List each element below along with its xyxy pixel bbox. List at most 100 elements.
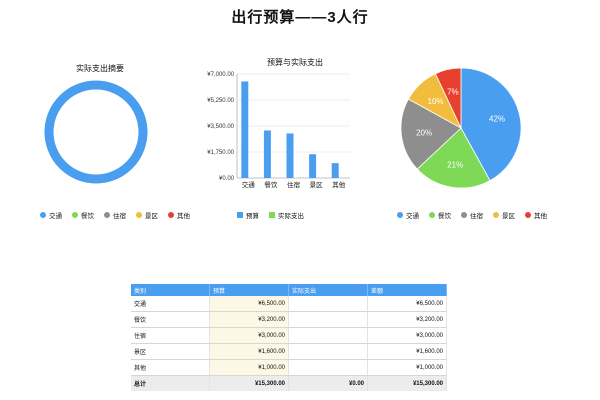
- ring-chart: [44, 80, 148, 184]
- cell-total-budget[interactable]: ¥15,300.00: [209, 375, 289, 391]
- cell-diff[interactable]: ¥3,200.00: [367, 311, 447, 328]
- cell-total-label[interactable]: 总计: [131, 375, 210, 391]
- cell-category[interactable]: 餐饮: [131, 311, 210, 328]
- header-category: 类别: [131, 284, 210, 296]
- ring-chart-ring: [44, 80, 148, 184]
- header-actual: 实际支出: [288, 284, 368, 296]
- legend-item: 实际支出: [269, 210, 304, 220]
- legend-item: 住宿: [104, 210, 126, 220]
- y-tick-label: ¥3,500.00: [207, 124, 234, 130]
- x-tick-label: 交通: [242, 180, 256, 189]
- y-tick-label: ¥0.00: [219, 176, 235, 182]
- ring-chart-legend: 交通 餐饮 住宿 景区 其他: [40, 210, 190, 220]
- table-row: 餐饮 ¥3,200.00 ¥3,200.00: [131, 311, 447, 328]
- y-tick-label: ¥1,750.00: [207, 150, 234, 156]
- cell-budget[interactable]: ¥1,000.00: [209, 359, 289, 376]
- cell-budget[interactable]: ¥6,500.00: [209, 296, 289, 312]
- legend-label: 其他: [534, 213, 547, 220]
- pie-slice-label: 21%: [447, 161, 463, 170]
- legend-swatch: [269, 212, 275, 218]
- legend-item: 交通: [40, 210, 62, 220]
- legend-item: 景区: [136, 210, 158, 220]
- legend-label: 预算: [246, 213, 259, 220]
- cell-budget[interactable]: ¥3,000.00: [209, 327, 289, 344]
- legend-label: 餐饮: [438, 213, 451, 220]
- legend-label: 其他: [177, 213, 190, 220]
- y-tick-label: ¥5,250.00: [207, 98, 234, 104]
- bar: [241, 81, 249, 178]
- legend-item: 餐饮: [429, 210, 451, 220]
- legend-label: 住宿: [113, 213, 126, 220]
- legend-swatch: [429, 212, 435, 218]
- legend-label: 交通: [49, 213, 62, 220]
- bar-chart: ¥0.00 ¥1,750.00 ¥3,500.00 ¥5,250.00 ¥7,000.0…: [207, 72, 350, 189]
- legend-label: 景区: [145, 213, 158, 220]
- cell-diff[interactable]: ¥3,000.00: [367, 327, 447, 344]
- legend-swatch: [72, 212, 78, 218]
- bar-chart-title: 预算与实际支出: [267, 58, 323, 67]
- table-row: 住宿 ¥3,000.00 ¥3,000.00: [131, 327, 447, 344]
- bar: [263, 130, 271, 178]
- legend-swatch: [237, 212, 243, 218]
- legend-label: 景区: [502, 213, 515, 220]
- cell-category[interactable]: 景区: [131, 343, 210, 360]
- legend-swatch: [493, 212, 499, 218]
- bar: [309, 154, 317, 178]
- cell-diff[interactable]: ¥1,600.00: [367, 343, 447, 360]
- budget-table: 类别 预算 实际支出 差额 交通 ¥6,500.00 ¥6,500.00 餐饮 …: [131, 284, 447, 391]
- x-tick-label: 住宿: [287, 180, 301, 189]
- legend-label: 实际支出: [278, 213, 304, 220]
- cell-total-actual[interactable]: ¥0.00: [288, 375, 368, 391]
- cell-category[interactable]: 住宿: [131, 327, 210, 344]
- table-row: 景区 ¥1,600.00 ¥1,600.00: [131, 343, 447, 360]
- x-tick-label: 其他: [332, 180, 346, 189]
- legend-item: 住宿: [461, 210, 483, 220]
- x-tick-label: 景区: [310, 181, 324, 189]
- table-header-row: 类别 预算 实际支出 差额: [131, 284, 447, 296]
- legend-item: 预算: [237, 210, 259, 220]
- bar: [286, 133, 294, 178]
- bar-chart-legend: 预算 实际支出: [237, 210, 304, 220]
- legend-item: 交通: [397, 210, 419, 220]
- cell-actual[interactable]: [288, 296, 368, 312]
- page-title: 出行预算——3人行: [231, 9, 369, 26]
- legend-label: 交通: [406, 213, 419, 220]
- bar: [331, 163, 339, 178]
- header-budget: 预算: [209, 284, 289, 296]
- y-tick-label: ¥7,000.00: [207, 72, 234, 78]
- cell-category[interactable]: 其他: [131, 359, 210, 376]
- legend-item: 其他: [525, 210, 547, 220]
- legend-label: 餐饮: [81, 213, 94, 220]
- table-row: 其他 ¥1,000.00 ¥1,000.00: [131, 359, 447, 376]
- cell-diff[interactable]: ¥6,500.00: [367, 296, 447, 312]
- ring-chart-title: 实际支出摘要: [76, 64, 124, 73]
- cell-actual[interactable]: [288, 359, 368, 376]
- pie-slice-label: 42%: [489, 115, 505, 124]
- header-diff: 差额: [367, 284, 447, 296]
- legend-swatch: [461, 212, 467, 218]
- cell-diff[interactable]: ¥1,000.00: [367, 359, 447, 376]
- legend-swatch: [40, 212, 46, 218]
- legend-swatch: [525, 212, 531, 218]
- table-row: 交通 ¥6,500.00 ¥6,500.00: [131, 296, 447, 312]
- legend-swatch: [104, 212, 110, 218]
- pie-slice-label: 7%: [447, 88, 459, 97]
- pie-slice-label: 10%: [428, 97, 444, 106]
- pie-chart-legend: 交通 餐饮 住宿 景区 其他: [397, 210, 547, 220]
- pie-slice-label: 20%: [416, 129, 432, 138]
- legend-item: 景区: [493, 210, 515, 220]
- legend-item: 餐饮: [72, 210, 94, 220]
- cell-budget[interactable]: ¥3,200.00: [209, 311, 289, 328]
- cell-actual[interactable]: [288, 327, 368, 344]
- legend-swatch: [136, 212, 142, 218]
- legend-swatch: [397, 212, 403, 218]
- cell-actual[interactable]: [288, 311, 368, 328]
- cell-actual[interactable]: [288, 343, 368, 360]
- table-total-row: 总计 ¥15,300.00 ¥0.00 ¥15,300.00: [131, 375, 447, 391]
- legend-item: 其他: [168, 210, 190, 220]
- cell-total-diff[interactable]: ¥15,300.00: [367, 375, 447, 391]
- cell-budget[interactable]: ¥1,600.00: [209, 343, 289, 360]
- cell-category[interactable]: 交通: [131, 296, 210, 312]
- pie-chart: 42% 21% 20% 10%7%: [400, 67, 522, 189]
- x-tick-label: 餐饮: [264, 180, 278, 189]
